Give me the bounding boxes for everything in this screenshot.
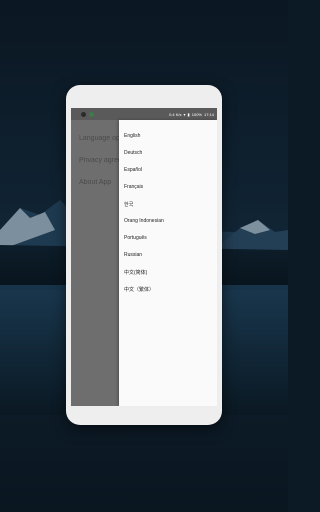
language-option-russian[interactable]: Russian bbox=[124, 252, 142, 258]
language-option-portugues[interactable]: Português bbox=[124, 235, 147, 241]
language-drawer: English Deutsch Español Français 한국 Oran… bbox=[119, 120, 217, 406]
network-speed: 0.4 K/s bbox=[169, 111, 182, 117]
battery-icon: ▮ bbox=[187, 111, 190, 117]
language-option-chinese-simplified[interactable]: 中文(简体) bbox=[124, 269, 147, 276]
wifi-icon: ▾ bbox=[183, 111, 186, 117]
phone-frame: 0.4 K/s ▾ ▮ 100% 17:14 Language options … bbox=[66, 85, 222, 425]
menu-item-about-app[interactable]: About App bbox=[79, 179, 119, 186]
menu-item-language-options[interactable]: Language options bbox=[79, 135, 119, 142]
menu-item-privacy-agreement[interactable]: Privacy agreement bbox=[79, 157, 119, 164]
language-option-indonesian[interactable]: Orang Indonesian bbox=[124, 218, 164, 224]
status-bar: 0.4 K/s ▾ ▮ 100% 17:14 bbox=[71, 108, 217, 120]
clock: 17:14 bbox=[203, 111, 214, 117]
language-option-english[interactable]: English bbox=[124, 133, 140, 139]
camera-icon bbox=[81, 111, 86, 117]
notification-icon bbox=[89, 111, 94, 117]
language-option-francais[interactable]: Français bbox=[124, 184, 143, 190]
language-option-chinese-traditional[interactable]: 中文（繁体） bbox=[124, 286, 154, 293]
camera-cutout bbox=[81, 111, 97, 117]
status-indicators: 0.4 K/s ▾ ▮ 100% 17:14 bbox=[169, 112, 214, 117]
battery-level: 100% bbox=[191, 111, 202, 117]
language-option-korean[interactable]: 한국 bbox=[124, 201, 133, 208]
language-option-espanol[interactable]: Español bbox=[124, 167, 142, 173]
language-option-deutsch[interactable]: Deutsch bbox=[124, 150, 142, 156]
phone-screen: 0.4 K/s ▾ ▮ 100% 17:14 Language options … bbox=[71, 108, 217, 406]
